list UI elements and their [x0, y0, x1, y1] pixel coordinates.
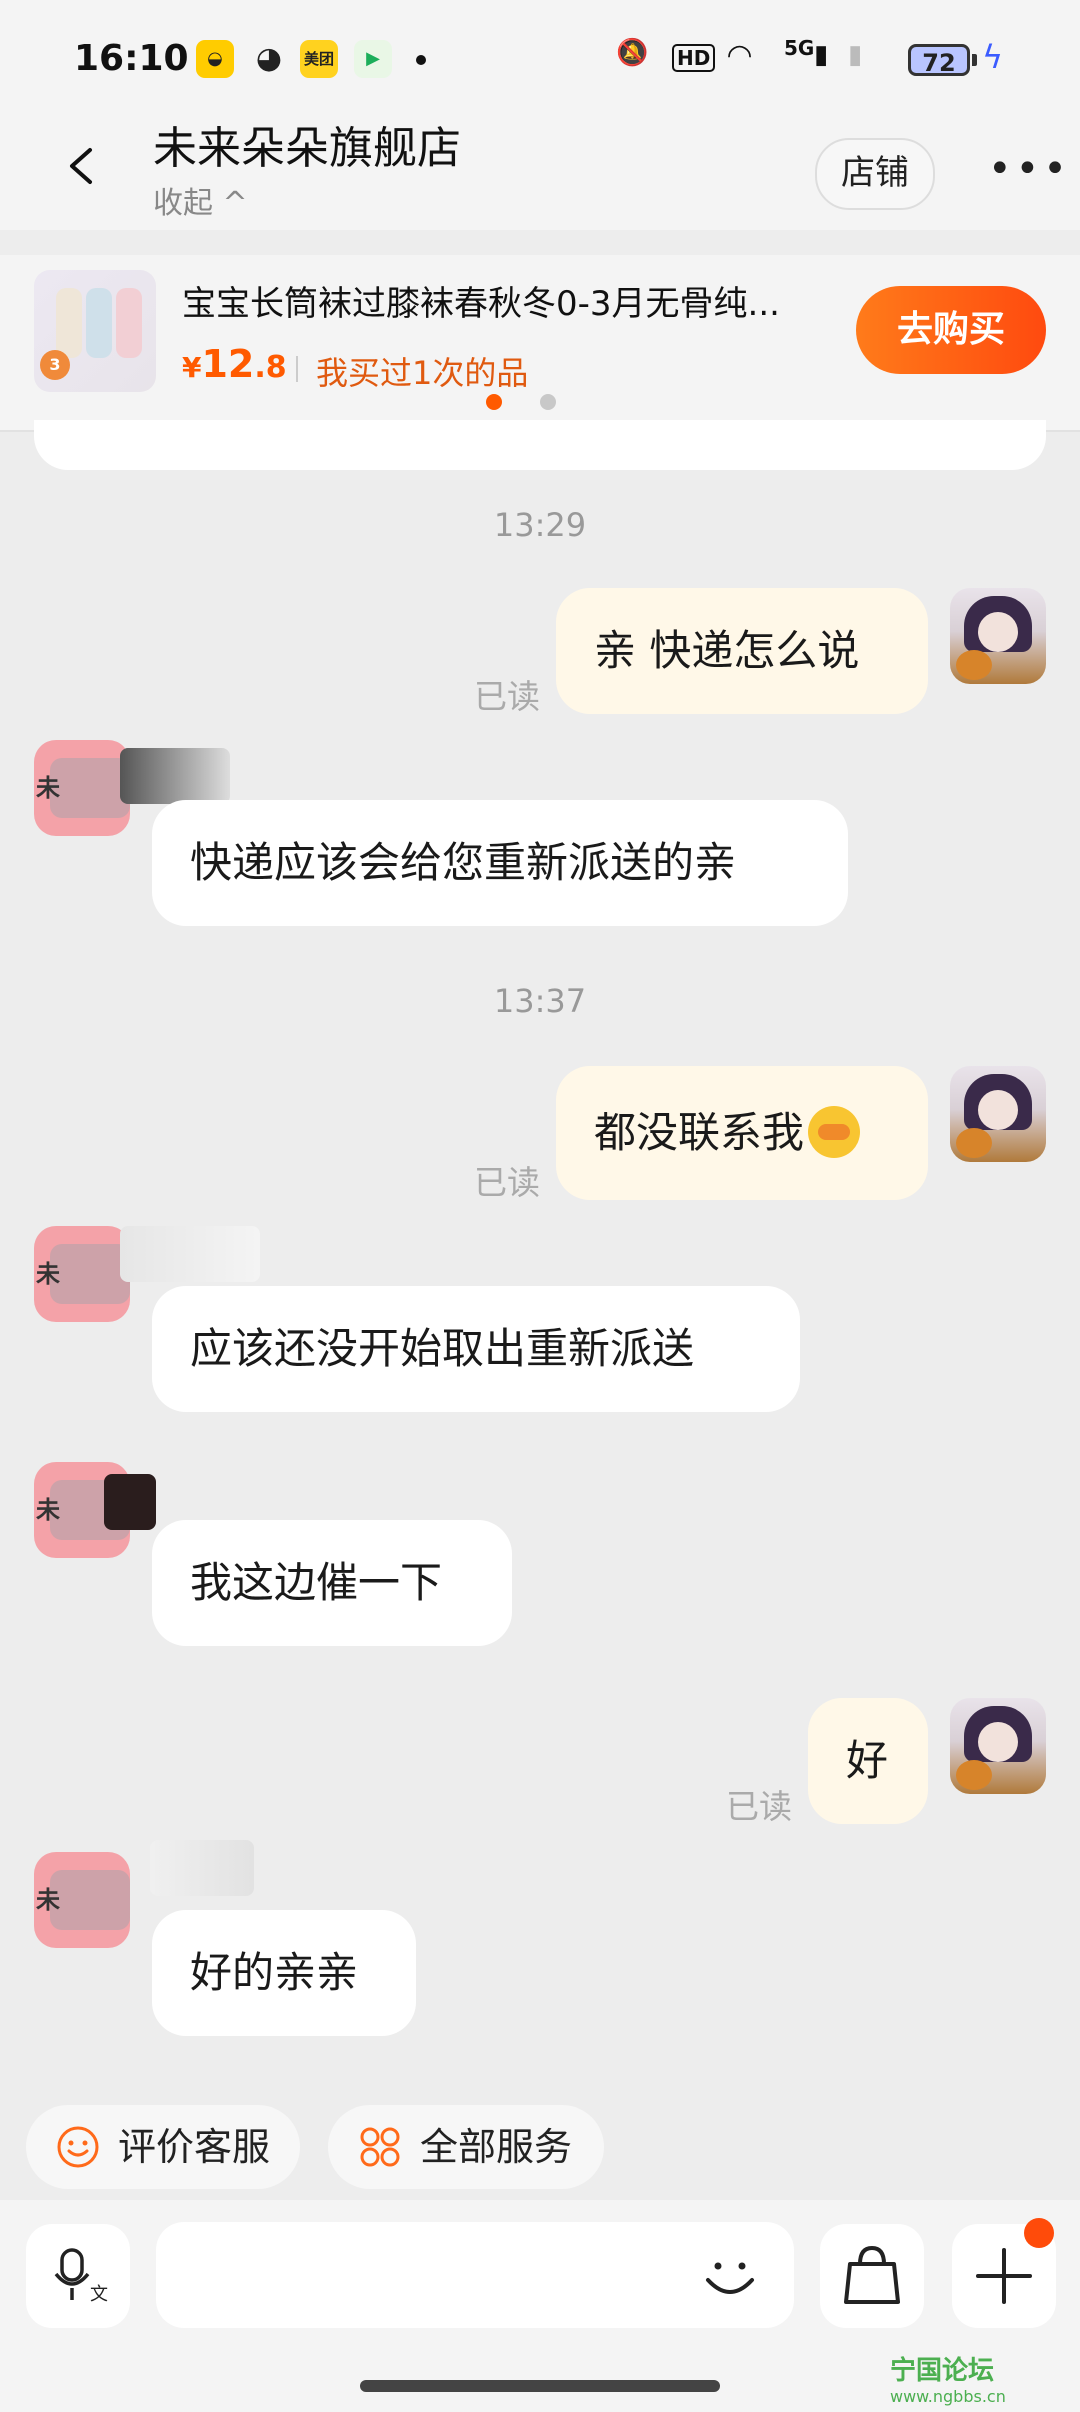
svg-text:文: 文	[90, 2284, 108, 2305]
voice-input-icon: 文	[54, 2248, 108, 2305]
agent-name-blurred	[150, 1840, 254, 1896]
message-bubble-received[interactable]: 应该还没开始取出重新派送	[152, 1286, 800, 1412]
shopping-bag-button[interactable]	[820, 2224, 924, 2328]
previous-message-card	[34, 420, 1046, 470]
store-button[interactable]: 店铺	[815, 138, 935, 210]
purchase-history-label: 我买过1次的品	[316, 354, 529, 392]
my-avatar[interactable]	[950, 1066, 1046, 1162]
product-title[interactable]: 宝宝长筒袜过膝袜春秋冬0-3月无骨纯...	[182, 276, 822, 325]
signal-icon-2: ▮	[848, 40, 863, 70]
timestamp: 13:29	[493, 506, 587, 544]
store-name: 未来朵朵旗舰店	[153, 123, 461, 174]
shopping-bag-icon	[844, 2245, 900, 2304]
agent-name-blurred	[120, 748, 230, 804]
message-input[interactable]	[156, 2222, 794, 2328]
more-icon[interactable]: •••	[988, 146, 1071, 192]
battery-tip	[972, 54, 977, 66]
plus-icon	[976, 2248, 1032, 2304]
message-bubble-sent[interactable]: 好	[808, 1698, 928, 1824]
product-thumbnail[interactable]: 3	[34, 270, 156, 392]
meituan-icon: 美团	[300, 40, 338, 78]
store-avatar[interactable]: 未	[34, 1852, 130, 1948]
read-receipt: 已读	[726, 1787, 792, 1826]
emoji-icon[interactable]	[700, 2244, 760, 2304]
message-bubble-received[interactable]: 我这边催一下	[152, 1520, 512, 1646]
wechat-icon: ◕	[255, 41, 283, 76]
price-separator	[296, 356, 298, 382]
status-time: 16:10	[74, 38, 189, 79]
rate-service-button[interactable]: 评价客服	[26, 2105, 300, 2189]
all-services-button[interactable]: 全部服务	[328, 2105, 604, 2189]
emoji-icon	[808, 1105, 861, 1158]
notification-dot	[416, 55, 426, 65]
pager-dot	[540, 394, 556, 410]
notification-badge	[1024, 2218, 1054, 2248]
video-app-icon: ▶	[354, 40, 392, 78]
message-bubble-received[interactable]: 快递应该会给您重新派送的亲	[152, 800, 848, 926]
message-bubble-sent[interactable]: 都没联系我	[556, 1066, 928, 1200]
charging-icon: ϟ	[982, 38, 1004, 76]
timestamp: 13:37	[493, 982, 587, 1020]
read-receipt: 已读	[474, 677, 540, 716]
smile-icon	[57, 2126, 99, 2168]
agent-name-blurred	[104, 1474, 156, 1530]
signal-icon: ▮	[814, 40, 829, 70]
message-bubble-received[interactable]: 好的亲亲	[152, 1910, 416, 2036]
watermark-logo: 宁国论坛 www.ngbbs.cn	[890, 2356, 1006, 2406]
mute-icon: 🔕	[616, 38, 649, 68]
message-bubble-sent[interactable]: 亲 快递怎么说	[556, 588, 928, 714]
pager-dot-active	[486, 394, 502, 410]
back-arrow-icon[interactable]	[62, 146, 102, 186]
wifi-icon: ◠	[728, 38, 752, 73]
network-label: 5G	[784, 36, 815, 60]
buy-button[interactable]: 去购买	[856, 286, 1046, 374]
home-indicator[interactable]	[360, 2380, 720, 2392]
app-notification-icon: ◒	[196, 40, 234, 78]
store-avatar[interactable]: 未	[34, 1226, 130, 1322]
product-badge: 3	[40, 350, 70, 380]
collapse-toggle[interactable]: 收起 ^	[153, 178, 248, 222]
voice-input-button[interactable]: 文	[26, 2224, 130, 2328]
agent-name-blurred	[120, 1226, 260, 1282]
grid-icon	[360, 2127, 400, 2167]
my-avatar[interactable]	[950, 1698, 1046, 1794]
product-price: ¥12.8	[182, 342, 287, 386]
read-receipt: 已读	[474, 1163, 540, 1202]
my-avatar[interactable]	[950, 588, 1046, 684]
store-avatar[interactable]: 未	[34, 740, 130, 836]
hd-icon: HD	[672, 44, 716, 72]
battery-indicator: 72	[908, 44, 970, 77]
